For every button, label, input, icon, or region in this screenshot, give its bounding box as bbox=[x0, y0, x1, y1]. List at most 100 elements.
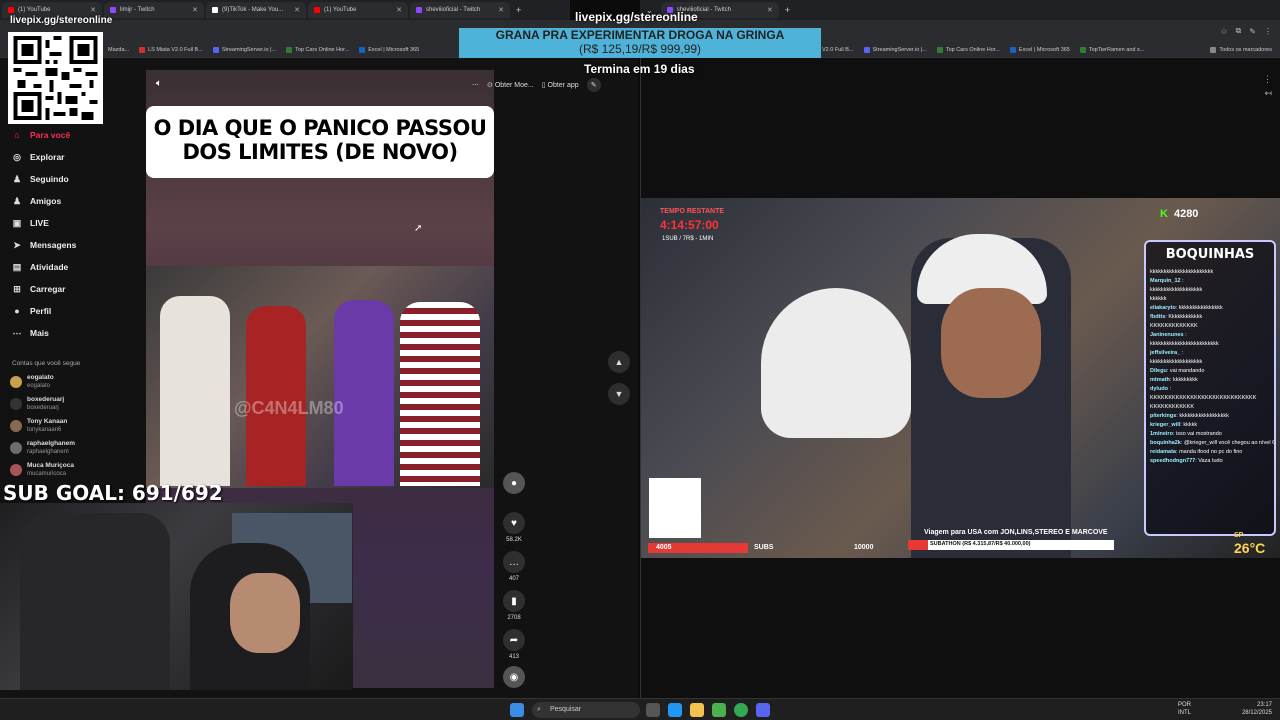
volume-icon[interactable]: 🔈︎ bbox=[156, 78, 162, 89]
new-tab-button[interactable]: + bbox=[785, 5, 790, 15]
extensions-icon[interactable]: ⧉ bbox=[1236, 26, 1242, 36]
avatar-icon: ● bbox=[14, 306, 20, 316]
following-item[interactable]: Muca Muriçoca mucamuricoca bbox=[10, 462, 74, 478]
windows-start-icon[interactable] bbox=[510, 703, 524, 717]
chat-username: eliakaryto bbox=[1150, 305, 1176, 311]
nav-amigos[interactable]: ♟ Amigos bbox=[12, 196, 61, 207]
bookmark[interactable]: Top Cars Online Hor... bbox=[936, 46, 1000, 53]
task-view-icon[interactable] bbox=[646, 703, 660, 717]
nav-live[interactable]: ▣ LIVE bbox=[12, 218, 49, 229]
nav-perfil[interactable]: ● Perfil bbox=[12, 306, 51, 316]
bookmark-label: StreamingServer.io |... bbox=[221, 46, 277, 53]
bookmark[interactable]: V2.0 Full B... bbox=[822, 47, 854, 53]
tab-tiktok[interactable]: (9)TikTok - Make You... ✕ bbox=[206, 2, 306, 18]
more-options-icon[interactable]: ⋯ bbox=[472, 81, 479, 89]
chat-username: Marquin_12 bbox=[1150, 278, 1181, 284]
edit-icon[interactable]: ✎ bbox=[1249, 27, 1256, 36]
nav-label: LIVE bbox=[30, 218, 49, 228]
like-count: 58.2K bbox=[506, 537, 522, 543]
tab-twitch-shevii[interactable]: sheviiioficial - Twitch ✕ bbox=[410, 2, 510, 18]
star-icon[interactable]: ☆ bbox=[1220, 27, 1227, 36]
fullscreen-icon[interactable]: ⋮ bbox=[1263, 74, 1272, 85]
menu-icon[interactable]: ⋮ bbox=[1264, 27, 1272, 36]
creator-avatar[interactable]: ● bbox=[502, 472, 526, 494]
close-icon[interactable]: ✕ bbox=[90, 6, 96, 14]
next-video-button[interactable]: ▼ bbox=[608, 383, 630, 405]
like-button[interactable]: ♥ 58.2K bbox=[502, 512, 526, 543]
chrome-icon[interactable] bbox=[734, 703, 748, 717]
bookmark-label: Excel | Microsoft 365 bbox=[1018, 46, 1070, 53]
nav-explorar[interactable]: ◎ Explorar bbox=[12, 152, 65, 163]
bookmark[interactable]: Mazda... bbox=[108, 47, 129, 53]
chat-message: 1mineiro: isso vai mostrando bbox=[1146, 430, 1274, 439]
system-clock[interactable]: 23:17 28/12/2025 bbox=[1242, 701, 1272, 717]
subs-label: SUBS bbox=[754, 544, 774, 551]
get-coins-button[interactable]: ⊙ Obter Moe... bbox=[487, 81, 534, 89]
tab-label: limijr - Twitch bbox=[120, 7, 155, 13]
chat-message: kkkkkk bbox=[1146, 295, 1274, 304]
chat-text: KKKKKKKKKKKKK bbox=[1150, 323, 1198, 329]
channel-url-overlay: livepix.gg/stereonline bbox=[10, 15, 113, 26]
bookmark[interactable]: Excel | Microsoft 365 bbox=[359, 46, 419, 53]
nav-mais[interactable]: ⋯ Mais bbox=[12, 328, 49, 339]
lang-code: POR bbox=[1178, 702, 1192, 708]
heart-icon: ♥ bbox=[503, 512, 525, 534]
close-icon[interactable]: ✕ bbox=[396, 6, 402, 14]
bookmark[interactable]: StreamingServer.io |... bbox=[863, 46, 927, 53]
chat-text: Kkkkkkkkkkkk bbox=[1168, 314, 1203, 320]
all-bookmarks[interactable]: Todos os marcadores bbox=[1210, 46, 1272, 53]
tab-youtube-2[interactable]: (1) YouTube ✕ bbox=[308, 2, 408, 18]
following-item[interactable]: raphaelghanem raphaelghanem bbox=[10, 440, 75, 456]
tab-twitch-limijr[interactable]: limijr - Twitch ✕ bbox=[104, 2, 204, 18]
chat-message: boquinha2k: @krieger_will você chegou ao… bbox=[1146, 439, 1274, 448]
nav-label: Seguindo bbox=[30, 174, 69, 184]
taskbar-search[interactable]: ⌕ Pesquisar bbox=[532, 702, 640, 718]
bookmark[interactable]: TopTierRamen and s... bbox=[1079, 46, 1145, 53]
bookmark[interactable]: Top Cars Online Hor... bbox=[286, 46, 349, 53]
close-icon[interactable]: ✕ bbox=[498, 6, 504, 14]
close-icon[interactable]: ✕ bbox=[192, 6, 198, 14]
stream-chat-overlay: BOQUINHAS kkkkkkkkkkkkkkkkkkkkkkk Marquin… bbox=[1144, 240, 1276, 536]
previous-video-button[interactable]: ▲ bbox=[608, 351, 630, 373]
nav-mensagens[interactable]: ➤ Mensagens bbox=[12, 240, 77, 251]
file-explorer-icon[interactable] bbox=[690, 703, 704, 717]
chat-username: Janinenunes bbox=[1150, 332, 1184, 338]
goal-title: Viagem para USA com JON,LINS,STEREO E MA… bbox=[924, 529, 1108, 536]
clock-time: 23:17 bbox=[1256, 702, 1272, 708]
app-icon[interactable] bbox=[712, 703, 726, 717]
nav-seguindo[interactable]: ♟ Seguindo bbox=[12, 174, 69, 185]
bookmark-icon bbox=[1009, 46, 1016, 53]
get-app-button[interactable]: ▯ Obter app bbox=[542, 81, 579, 89]
comment-button[interactable]: … 407 bbox=[502, 551, 526, 582]
close-icon[interactable]: ✕ bbox=[294, 6, 300, 14]
discord-icon[interactable] bbox=[756, 703, 770, 717]
new-tab-button[interactable]: + bbox=[516, 5, 521, 15]
nav-label: Mensagens bbox=[30, 240, 77, 250]
nav-para-voce[interactable]: ⌂ Para você bbox=[12, 130, 70, 140]
following-item[interactable]: eogalato eogalato bbox=[10, 374, 54, 390]
nav-label: Perfil bbox=[30, 306, 52, 316]
edit-icon[interactable]: ✎ bbox=[586, 78, 601, 92]
bookmark[interactable]: LS Miata V2.0 Full B... bbox=[139, 46, 203, 53]
chat-text: kkkkkkkkkkkkkkkkkkk bbox=[1150, 287, 1203, 293]
nav-carregar[interactable]: ⊞ Carregar bbox=[12, 284, 65, 295]
following-item[interactable]: boxederuarj boxederuarj bbox=[10, 396, 64, 412]
copilot-icon[interactable] bbox=[668, 703, 682, 717]
collapse-icon[interactable]: ↤ bbox=[1264, 88, 1272, 99]
language-indicator[interactable]: POR INTL bbox=[1178, 701, 1191, 717]
following-item[interactable]: Tony Kanaan tonykanaan6 bbox=[10, 418, 67, 434]
bookmark[interactable]: Excel | Microsoft 365 bbox=[1009, 46, 1070, 53]
bookmark-label: Top Cars Online Hor... bbox=[945, 46, 1000, 53]
bookmark-label: TopTierRamen and s... bbox=[1088, 46, 1145, 53]
donation-goal-banner: GRANA PRA EXPERIMENTAR DROGA NA GRINGA (… bbox=[459, 28, 821, 58]
save-button[interactable]: ▮ 2708 bbox=[502, 590, 526, 621]
music-disc[interactable]: ◉ bbox=[502, 666, 526, 688]
bookmark[interactable]: StreamingServer.io |... bbox=[212, 46, 277, 53]
nav-atividade[interactable]: ▤ Atividade bbox=[12, 262, 69, 273]
youtube-icon bbox=[314, 7, 320, 13]
chat-text: kkkkkk bbox=[1150, 296, 1167, 302]
close-icon[interactable]: ✕ bbox=[767, 6, 773, 14]
nav-label: Explorar bbox=[30, 152, 65, 162]
person-figure bbox=[334, 300, 394, 486]
share-button[interactable]: ➦ 413 bbox=[502, 629, 526, 660]
